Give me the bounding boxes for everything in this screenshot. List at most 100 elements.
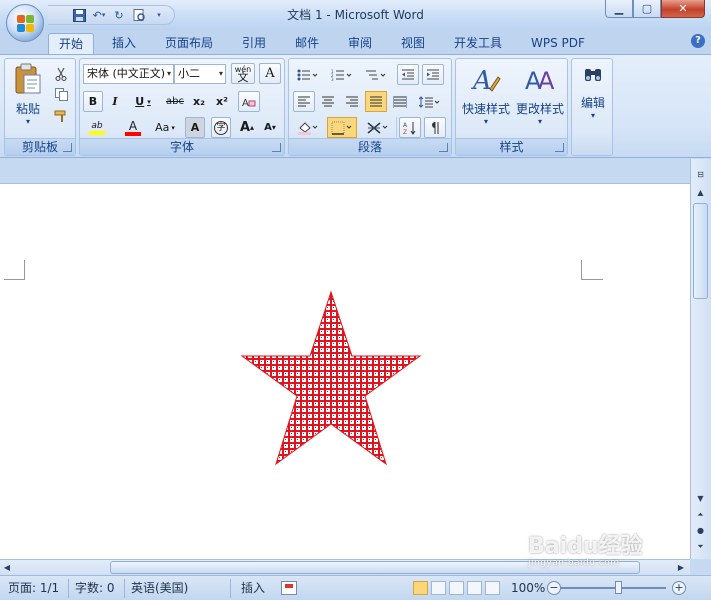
font-color-glyph: A [128, 118, 138, 133]
grow-font-label: A [239, 120, 251, 135]
font-size-combo[interactable]: 小二 ▾ [174, 64, 226, 84]
chevron-down-icon: ▾ [537, 117, 542, 126]
vertical-scrollbar[interactable]: ⊟ ▲ ▼ ⏶ ● ⏷ [690, 159, 711, 559]
document-page[interactable] [0, 183, 690, 559]
print-layout-view-icon[interactable] [413, 581, 428, 595]
browse-object-icon[interactable]: ● [691, 523, 710, 539]
next-page-icon[interactable]: ⏷ [691, 539, 710, 555]
quick-styles-icon: A [470, 63, 502, 98]
zoom-slider-thumb[interactable] [615, 581, 622, 594]
char-shading-button[interactable]: A [185, 117, 205, 138]
borders-icon[interactable] [327, 117, 357, 138]
tab-wps-pdf[interactable]: WPS PDF [531, 33, 585, 54]
tab-developer[interactable]: 开发工具 [454, 33, 502, 54]
chinese-layout-icon[interactable] [363, 117, 393, 138]
enclose-char-button[interactable]: 字 [211, 117, 231, 138]
draft-view-icon[interactable] [485, 581, 500, 595]
help-icon[interactable]: ? [691, 34, 705, 48]
quick-styles-button[interactable]: A 快速样式 ▾ [459, 63, 513, 126]
zoom-track[interactable] [560, 587, 666, 589]
decrease-indent-icon[interactable] [397, 64, 419, 85]
ruler-toggle-icon[interactable]: ⊟ [691, 167, 710, 183]
sort-icon[interactable]: AZ [399, 117, 421, 138]
shrink-font-button[interactable]: A ▾ [259, 117, 281, 138]
strikethrough-button[interactable]: abc [163, 91, 187, 112]
web-layout-view-icon[interactable] [449, 581, 464, 595]
office-button[interactable] [6, 4, 44, 42]
line-spacing-icon[interactable] [415, 91, 445, 112]
styles-launcher-icon[interactable] [555, 143, 564, 152]
align-right-icon[interactable] [341, 91, 363, 112]
italic-button[interactable]: I [105, 91, 125, 112]
tab-view[interactable]: 视图 [401, 33, 425, 54]
editing-group: 编辑 ▾ [571, 58, 613, 156]
subscript-button[interactable]: x₂ [189, 91, 209, 112]
ribbon-tabs: 开始 插入 页面布局 引用 邮件 审阅 视图 开发工具 WPS PDF [0, 30, 711, 54]
editing-button[interactable]: 编辑 ▾ [574, 67, 612, 120]
phonetic-guide-button[interactable]: wén 文 [231, 63, 255, 84]
scroll-down-icon[interactable]: ▼ [691, 491, 710, 507]
shading-icon[interactable] [293, 117, 323, 138]
title-bar: ↶ ▾ ↻ ▾ 文档 1 - Microsoft Word ▁ ▢ ✕ [0, 0, 711, 30]
clipboard-launcher-icon[interactable] [63, 143, 72, 152]
distributed-icon[interactable] [389, 91, 411, 112]
paste-dropdown-icon[interactable]: ▾ [26, 117, 30, 126]
vertical-scroll-thumb[interactable] [693, 203, 708, 299]
multilevel-list-icon[interactable] [361, 64, 391, 85]
quick-styles-label: 快速样式 [461, 102, 510, 116]
align-left-icon[interactable] [293, 91, 315, 112]
star-shape[interactable] [240, 290, 422, 466]
zoom-level[interactable]: 100% [511, 580, 545, 597]
zoom-in-icon[interactable]: + [672, 581, 686, 595]
word-count[interactable]: 字数: 0 [75, 580, 115, 597]
tab-mailings[interactable]: 邮件 [295, 33, 319, 54]
language-indicator[interactable]: 英语(美国) [131, 580, 188, 597]
font-launcher-icon[interactable] [272, 143, 281, 152]
tab-page-layout[interactable]: 页面布局 [165, 33, 213, 54]
insert-mode[interactable]: 插入 [241, 580, 265, 597]
align-center-icon[interactable] [317, 91, 339, 112]
underline-button[interactable]: U ▾ [129, 91, 157, 112]
bold-button[interactable]: B [83, 91, 103, 112]
outline-view-icon[interactable] [467, 581, 482, 595]
binoculars-icon [583, 67, 603, 86]
cut-icon[interactable] [51, 63, 71, 84]
numbering-icon[interactable]: 123 [327, 64, 357, 85]
close-button[interactable]: ✕ [661, 0, 705, 18]
tab-review[interactable]: 审阅 [348, 33, 372, 54]
paragraph-launcher-icon[interactable] [439, 143, 448, 152]
clear-format-icon[interactable]: A [238, 91, 260, 112]
justify-icon[interactable] [365, 91, 387, 112]
zoom-out-icon[interactable]: − [547, 581, 561, 595]
divider [68, 579, 69, 598]
change-case-button[interactable]: Aa ▾ [150, 117, 180, 138]
change-styles-label: 更改样式 [515, 102, 564, 116]
full-screen-reading-view-icon[interactable] [431, 581, 446, 595]
text-highlight-button[interactable]: ab [83, 117, 111, 138]
show-marks-icon[interactable] [424, 117, 446, 138]
increase-indent-icon[interactable] [422, 64, 444, 85]
paste-button[interactable]: 粘贴 ▾ [11, 63, 45, 126]
change-styles-icon: AA [524, 63, 556, 98]
page-count[interactable]: 页面: 1/1 [8, 580, 59, 597]
tab-references[interactable]: 引用 [242, 33, 266, 54]
baidu-watermark: Baidu经验 jingyan.baidu.com [528, 528, 678, 572]
tab-home[interactable]: 开始 [48, 33, 95, 54]
font-color-button[interactable]: A [120, 117, 146, 138]
tab-insert[interactable]: 插入 [112, 33, 136, 54]
format-painter-icon[interactable] [51, 105, 71, 126]
minimize-button[interactable]: ▁ [605, 0, 633, 18]
font-name-combo[interactable]: 宋体 (中文正文) ▾ [83, 64, 174, 84]
char-border-button[interactable]: A [259, 63, 281, 84]
grow-font-button[interactable]: A ▴ [236, 117, 258, 138]
scroll-up-icon[interactable]: ▲ [691, 185, 710, 201]
svg-text:Z: Z [403, 129, 407, 135]
copy-icon[interactable] [51, 84, 71, 105]
macro-record-icon[interactable] [281, 581, 297, 595]
change-styles-button[interactable]: AA 更改样式 ▾ [513, 63, 567, 126]
superscript-button[interactable]: x² [212, 91, 232, 112]
scroll-left-icon[interactable]: ◀ [0, 560, 14, 575]
previous-page-icon[interactable]: ⏶ [691, 507, 710, 523]
maximize-button[interactable]: ▢ [633, 0, 661, 18]
bullets-icon[interactable] [293, 64, 323, 85]
